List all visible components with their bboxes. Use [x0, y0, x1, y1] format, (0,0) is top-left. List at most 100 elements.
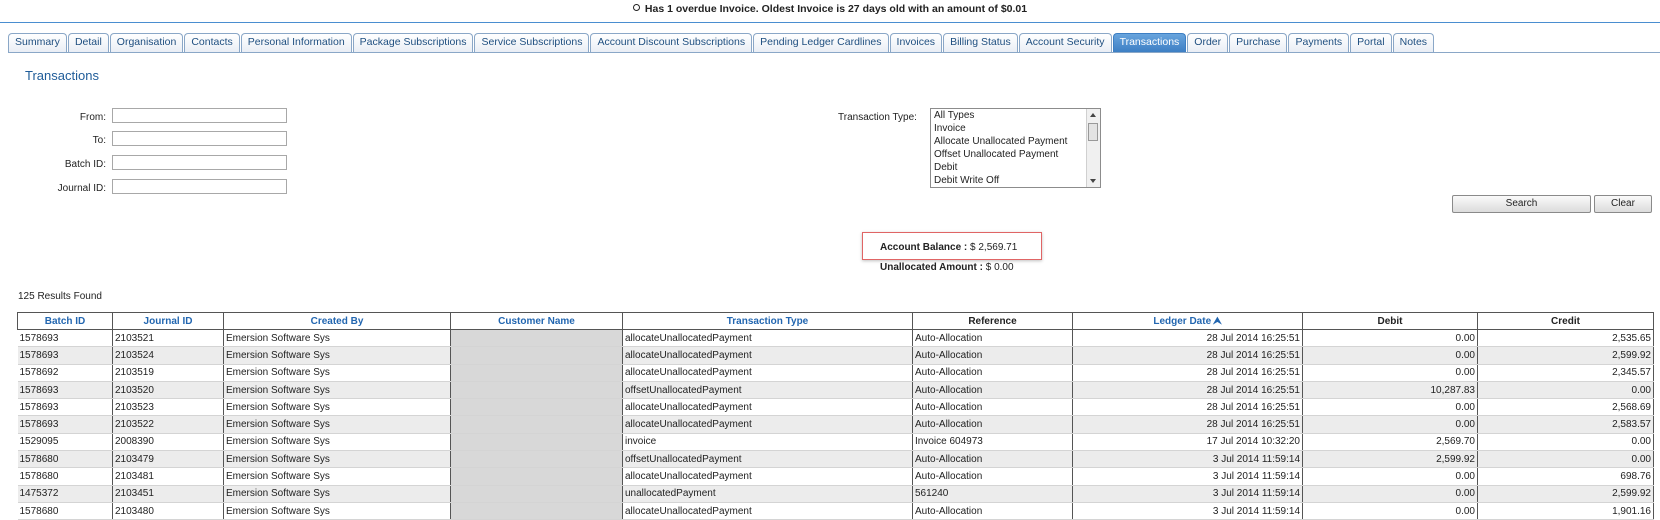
- table-cell: 28 Jul 2014 16:25:51: [1072, 329, 1303, 348]
- unallocated-amount-value: $ 0.00: [985, 262, 1014, 273]
- table-row[interactable]: 1578693 2103521 Emersion Software Sys alloc…: [17, 329, 1654, 348]
- table-row[interactable]: 1578680 2103481 Emersion Software Sys alloc…: [17, 467, 1654, 486]
- tab-purchase[interactable]: Purchase: [1229, 33, 1288, 52]
- tab-invoices[interactable]: Invoices: [889, 33, 943, 52]
- table-row[interactable]: 1578693 2103522 Emersion Software Sys alloc…: [17, 415, 1654, 434]
- table-cell: 0.00: [1302, 329, 1478, 348]
- table-cell: 2103519: [112, 364, 224, 382]
- table-cell: Emersion Software Sys: [223, 398, 451, 417]
- column-header-created-by[interactable]: Created By: [223, 312, 451, 330]
- tab-transactions[interactable]: Transactions: [1112, 33, 1187, 52]
- table-cell: 2,599.92: [1477, 346, 1654, 365]
- transaction-type-listbox[interactable]: All Types Invoice Allocate Unallocated Pay…: [930, 108, 1101, 188]
- table-cell: [450, 364, 623, 382]
- scroll-up-icon[interactable]: [1090, 113, 1096, 117]
- table-row[interactable]: 1578693 2103524 Emersion Software Sys alloc…: [17, 346, 1654, 365]
- from-label: From:: [79, 112, 106, 123]
- tab-personal-information[interactable]: Personal Information: [240, 33, 352, 52]
- table-cell: 2,569.70: [1302, 433, 1478, 452]
- scroll-down-icon[interactable]: [1090, 179, 1096, 183]
- table-cell: [450, 450, 623, 469]
- tab-payments[interactable]: Payments: [1288, 33, 1350, 52]
- tab-account-discount-subscriptions[interactable]: Account Discount Subscriptions: [590, 33, 753, 52]
- transaction-type-option[interactable]: Debit: [931, 161, 1100, 174]
- table-cell: 1529095: [17, 433, 113, 452]
- table-cell: Auto-Allocation: [912, 398, 1073, 417]
- transaction-type-option[interactable]: Invoice: [931, 122, 1100, 135]
- table-cell: 0.00: [1477, 450, 1654, 469]
- tab-billing-status[interactable]: Billing Status: [943, 33, 1018, 52]
- tab-pending-ledger-cardlines[interactable]: Pending Ledger Cardlines: [753, 33, 889, 52]
- transaction-type-option[interactable]: Allocate Unallocated Payment: [931, 135, 1100, 148]
- table-cell: Invoice 604973: [912, 433, 1073, 452]
- table-cell: 0.00: [1302, 415, 1478, 434]
- table-row[interactable]: 1578680 2103480 Emersion Software Sys alloc…: [17, 502, 1654, 520]
- table-cell: 10,287.83: [1302, 381, 1478, 400]
- account-balance-label: Account Balance :: [880, 242, 968, 253]
- table-cell: 1578693: [17, 329, 113, 348]
- column-header-credit: Credit: [1477, 312, 1654, 330]
- table-cell: offsetUnallocatedPayment: [622, 381, 913, 400]
- table-cell: 561240: [912, 485, 1073, 503]
- account-balance: Account Balance : $ 2,569.71: [880, 242, 1017, 253]
- unallocated-amount-label: Unallocated Amount :: [880, 262, 983, 273]
- table-cell: 2,568.69: [1477, 398, 1654, 417]
- table-row[interactable]: 1475372 2103451 Emersion Software Sys unall…: [17, 485, 1654, 503]
- listbox-scrollbar[interactable]: [1086, 109, 1100, 187]
- table-cell: 2008390: [112, 433, 224, 452]
- tab-organisation[interactable]: Organisation: [109, 33, 184, 52]
- tab-contacts[interactable]: Contacts: [184, 33, 240, 52]
- clear-button[interactable]: Clear: [1594, 195, 1652, 213]
- tab-package-subscriptions[interactable]: Package Subscriptions: [352, 33, 474, 52]
- to-date-input[interactable]: [112, 131, 287, 146]
- overdue-alert: Has 1 overdue Invoice. Oldest Invoice is…: [0, 3, 1660, 15]
- table-cell: [450, 329, 623, 348]
- journal-id-input[interactable]: [112, 179, 287, 194]
- table-cell: [450, 381, 623, 400]
- table-cell: 1578680: [17, 467, 113, 486]
- table-cell: Auto-Allocation: [912, 329, 1073, 348]
- transaction-type-option[interactable]: All Types: [931, 109, 1100, 122]
- table-cell: Emersion Software Sys: [223, 415, 451, 434]
- tab-detail[interactable]: Detail: [67, 33, 109, 52]
- bullet-icon: [632, 4, 640, 11]
- table-cell: 0.00: [1302, 502, 1478, 520]
- table-cell: Auto-Allocation: [912, 415, 1073, 434]
- table-cell: 1578692: [17, 364, 113, 382]
- table-row[interactable]: 1578680 2103479 Emersion Software Sys offse…: [17, 450, 1654, 469]
- tab-portal[interactable]: Portal: [1350, 33, 1392, 52]
- table-cell: Emersion Software Sys: [223, 346, 451, 365]
- search-button[interactable]: Search: [1452, 195, 1591, 213]
- tab-service-subscriptions[interactable]: Service Subscriptions: [474, 33, 590, 52]
- from-date-input[interactable]: [112, 108, 287, 123]
- scroll-thumb[interactable]: [1088, 123, 1098, 141]
- table-row[interactable]: 1578693 2103520 Emersion Software Sys offse…: [17, 381, 1654, 400]
- column-header-debit: Debit: [1302, 312, 1478, 330]
- table-row[interactable]: 1529095 2008390 Emersion Software Sys invoi…: [17, 433, 1654, 452]
- tab-summary[interactable]: Summary: [8, 33, 67, 52]
- sort-ascending-icon[interactable]: ⮝: [1213, 316, 1222, 327]
- column-header-journal-id[interactable]: Journal ID: [112, 312, 224, 330]
- tab-account-security[interactable]: Account Security: [1018, 33, 1112, 52]
- overdue-alert-text: Has 1 overdue Invoice. Oldest Invoice is…: [644, 3, 1028, 15]
- table-row[interactable]: 1578693 2103523 Emersion Software Sys alloc…: [17, 398, 1654, 417]
- table-cell: [450, 467, 623, 486]
- transaction-type-option[interactable]: Offset Unallocated Payment: [931, 148, 1100, 161]
- table-cell: Auto-Allocation: [912, 450, 1073, 469]
- column-header-transaction-type[interactable]: Transaction Type: [622, 312, 913, 330]
- table-cell: unallocatedPayment: [622, 485, 913, 503]
- batch-id-input[interactable]: [112, 155, 287, 170]
- tab-notes[interactable]: Notes: [1392, 33, 1435, 52]
- column-header-batch-id[interactable]: Batch ID: [17, 312, 113, 330]
- table-cell: 3 Jul 2014 11:59:14: [1072, 450, 1303, 469]
- table-cell: 28 Jul 2014 16:25:51: [1072, 398, 1303, 417]
- table-cell: 2,345.57: [1477, 364, 1654, 382]
- table-cell: 0.00: [1302, 346, 1478, 365]
- column-header-ledger-date[interactable]: Ledger Date ⮝: [1072, 312, 1303, 330]
- tab-bar: Summary Detail Organisation Contacts Persona…: [8, 33, 1435, 53]
- to-label: To:: [92, 135, 106, 146]
- transaction-type-option[interactable]: Debit Write Off: [931, 174, 1100, 187]
- tab-order[interactable]: Order: [1187, 33, 1229, 52]
- table-row[interactable]: 1578692 2103519 Emersion Software Sys alloc…: [17, 364, 1654, 382]
- column-header-customer-name[interactable]: Customer Name: [450, 312, 623, 330]
